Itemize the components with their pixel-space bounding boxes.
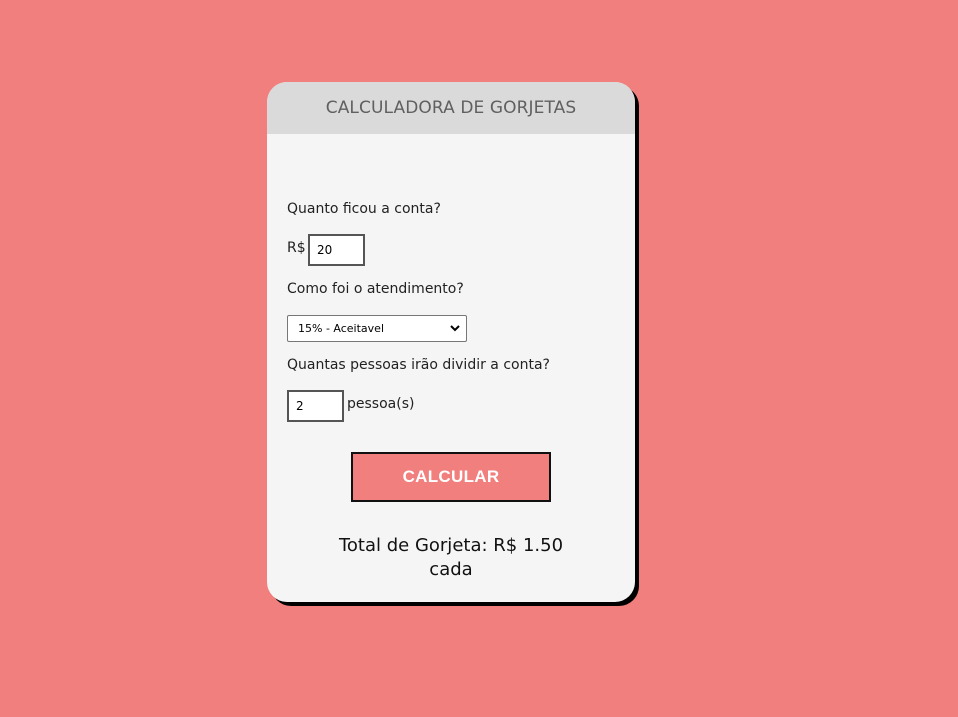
- people-question-label: Quantas pessoas irão dividir a conta?: [287, 357, 550, 373]
- calculate-button[interactable]: CALCULAR: [351, 452, 551, 502]
- tip-calculator-card: CALCULADORA DE GORJETAS Quanto ficou a c…: [267, 82, 635, 602]
- service-select[interactable]: 15% - Aceitavel: [287, 315, 467, 342]
- card-header: CALCULADORA DE GORJETAS: [267, 82, 635, 134]
- page-title: CALCULADORA DE GORJETAS: [325, 98, 577, 118]
- currency-prefix: R$: [287, 240, 306, 256]
- tip-result: Total de Gorjeta: R$ 1.50 cada: [327, 534, 575, 582]
- people-suffix: pessoa(s): [347, 396, 415, 412]
- service-question-label: Como foi o atendimento?: [287, 281, 464, 297]
- tip-result-each: cada: [429, 559, 473, 580]
- service-selected-option: 15% - Aceitavel: [298, 322, 385, 335]
- people-count-input[interactable]: [287, 390, 344, 422]
- tip-result-total: Total de Gorjeta: R$ 1.50: [338, 535, 564, 556]
- bill-amount-input[interactable]: [308, 234, 365, 266]
- chevron-down-icon: [450, 325, 460, 332]
- bill-question-label: Quanto ficou a conta?: [287, 201, 441, 217]
